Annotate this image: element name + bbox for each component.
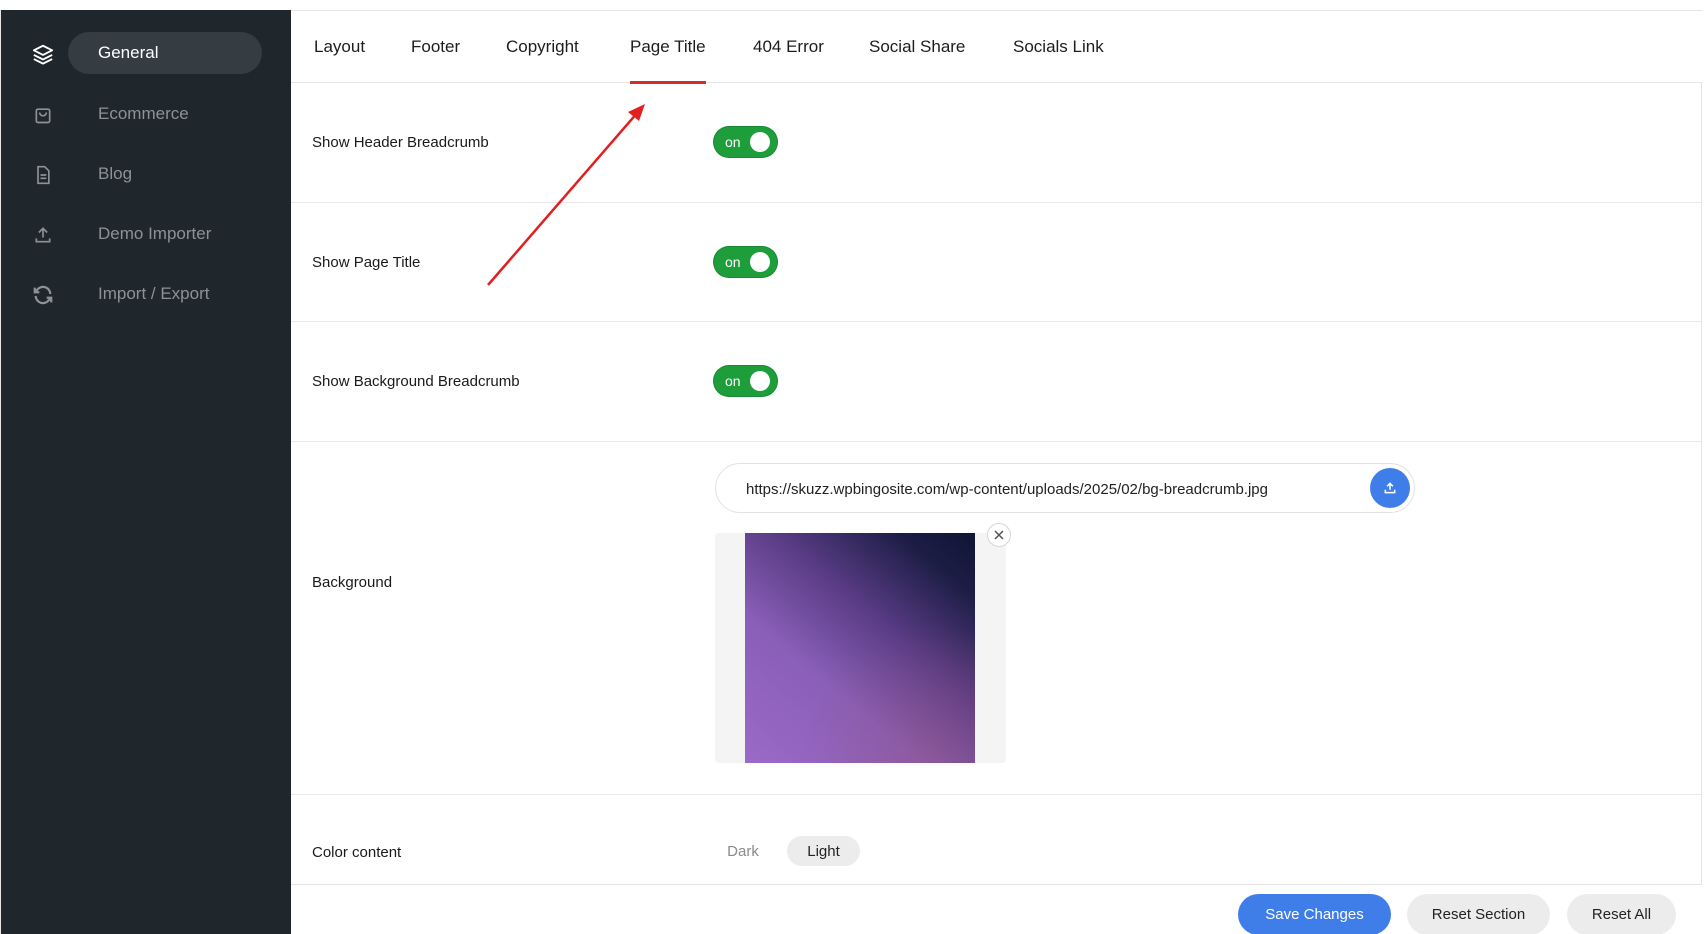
background-breadcrumb-toggle[interactable]: on [714, 366, 777, 396]
sidebar-item-ecommerce[interactable]: Ecommerce [1, 93, 292, 135]
background-preview-image [745, 533, 975, 763]
setting-row-header-breadcrumb: Show Header Breadcrumb on [291, 83, 1702, 203]
shopping-bag-icon [31, 103, 55, 127]
reset-section-button[interactable]: Reset Section [1407, 894, 1550, 934]
sidebar-item-label: Demo Importer [98, 224, 212, 243]
setting-row-page-title: Show Page Title on [291, 203, 1702, 322]
reset-all-button[interactable]: Reset All [1567, 894, 1676, 934]
close-icon [994, 530, 1004, 540]
toggle-state: on [725, 134, 741, 150]
background-url-field [715, 463, 1415, 513]
sidebar: General Ecommerce Blog Demo Importer Imp… [0, 10, 291, 934]
setting-label: Show Background Breadcrumb [312, 373, 520, 390]
page-title-toggle[interactable]: on [714, 247, 777, 277]
setting-row-color-content: Color content [291, 795, 1702, 886]
sidebar-item-import-export[interactable]: Import / Export [1, 273, 292, 315]
action-bar: Save Changes Reset Section Reset All [291, 884, 1702, 934]
remove-image-button[interactable] [987, 523, 1011, 547]
background-url-input[interactable] [746, 478, 1346, 500]
sidebar-item-label: Blog [98, 164, 133, 183]
toggle-knob [750, 252, 770, 272]
sidebar-item-demo-importer[interactable]: Demo Importer [1, 213, 292, 255]
color-option-light[interactable]: Light [787, 836, 860, 866]
tab-404-error[interactable]: 404 Error [753, 11, 824, 83]
section-tabs: Layout Footer Copyright Page Title 404 E… [291, 10, 1702, 84]
tab-socials-link[interactable]: Socials Link [1013, 11, 1104, 83]
document-icon [31, 163, 55, 187]
tab-layout[interactable]: Layout [314, 11, 365, 83]
settings-panel: Show Header Breadcrumb on Show Page Titl… [291, 83, 1702, 885]
setting-label: Show Page Title [312, 254, 421, 271]
tab-copyright[interactable]: Copyright [506, 11, 579, 83]
tab-footer[interactable]: Footer [411, 11, 460, 83]
toggle-knob [750, 132, 770, 152]
upload-icon [1384, 482, 1396, 494]
setting-label: Background [312, 574, 393, 591]
background-preview [715, 533, 1006, 763]
setting-label: Show Header Breadcrumb [312, 134, 489, 151]
upload-icon [31, 223, 55, 247]
setting-row-background-breadcrumb: Show Background Breadcrumb on [291, 322, 1702, 442]
header-breadcrumb-toggle[interactable]: on [714, 127, 777, 157]
sidebar-item-blog[interactable]: Blog [1, 153, 292, 195]
layers-icon [31, 42, 55, 66]
setting-label: Color content [312, 844, 402, 861]
upload-button[interactable] [1370, 468, 1410, 508]
save-changes-button[interactable]: Save Changes [1238, 894, 1391, 934]
toggle-state: on [725, 254, 741, 270]
color-option-dark[interactable]: Dark [723, 836, 763, 866]
sync-icon [31, 283, 55, 307]
toggle-knob [750, 371, 770, 391]
sidebar-item-label: General [98, 43, 159, 62]
sidebar-item-label: Import / Export [98, 284, 210, 303]
tab-social-share[interactable]: Social Share [869, 11, 965, 83]
sidebar-item-general[interactable]: General [1, 32, 292, 74]
toggle-state: on [725, 373, 741, 389]
tab-page-title[interactable]: Page Title [630, 11, 706, 84]
sidebar-item-label: Ecommerce [98, 104, 189, 123]
